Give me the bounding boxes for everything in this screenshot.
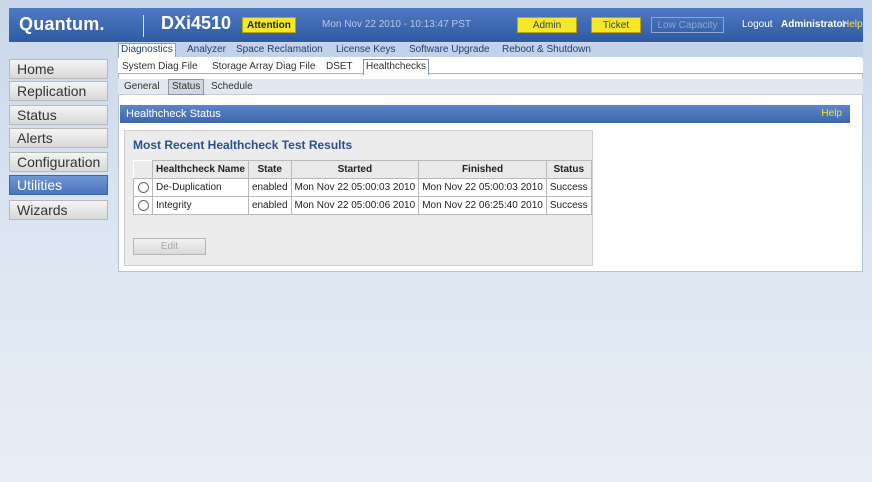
nav-alerts[interactable]: Alerts	[9, 128, 108, 148]
nav-wizards[interactable]: Wizards	[9, 200, 108, 220]
tab-status[interactable]: Status	[168, 79, 205, 95]
current-user: Administrator	[781, 19, 847, 30]
healthcheck-name: Integrity	[152, 196, 249, 215]
select-column-header	[133, 160, 153, 179]
table-row[interactable]: Integrity enabled Mon Nov 22 05:00:06 20…	[133, 196, 592, 215]
row-radio-cell[interactable]	[133, 196, 153, 215]
header-bar: Quantum. DXi4510 Attention Mon Nov 22 20…	[9, 8, 863, 42]
tab-license-keys[interactable]: License Keys	[336, 44, 395, 55]
column-header: Finished	[418, 160, 547, 179]
nav-utilities[interactable]: Utilities	[9, 175, 108, 195]
healthcheck-table: Healthcheck Name State Started Finished …	[133, 160, 592, 215]
help-link[interactable]: Help	[842, 19, 863, 30]
status-cell: Success	[545, 178, 592, 197]
status-cell: Success	[545, 196, 592, 215]
tab-system-diag-file[interactable]: System Diag File	[122, 61, 198, 72]
low-capacity-indicator: Low Capacity	[651, 17, 724, 33]
attention-button[interactable]: Attention	[242, 17, 296, 33]
tab-schedule[interactable]: Schedule	[211, 81, 253, 92]
tab-dset[interactable]: DSET	[326, 61, 353, 72]
quantum-logo: Quantum.	[19, 14, 105, 34]
nav-configuration[interactable]: Configuration	[9, 152, 108, 172]
primary-tab-bar	[118, 43, 863, 57]
tab-reboot-shutdown[interactable]: Reboot & Shutdown	[502, 44, 591, 55]
started-cell: Mon Nov 22 05:00:03 2010	[290, 178, 420, 197]
tab-software-upgrade[interactable]: Software Upgrade	[409, 44, 490, 55]
column-header: Started	[290, 160, 420, 179]
healthcheck-name: De-Duplication	[152, 178, 249, 197]
tab-storage-array-diag-file[interactable]: Storage Array Diag File	[212, 61, 315, 72]
column-header: Status	[545, 160, 592, 179]
column-header: Healthcheck Name	[152, 160, 249, 179]
radio-button[interactable]	[137, 181, 149, 193]
column-header: State	[247, 160, 292, 179]
nav-status[interactable]: Status	[9, 105, 108, 125]
started-cell: Mon Nov 22 05:00:06 2010	[290, 196, 420, 215]
table-header-row: Healthcheck Name State Started Finished …	[133, 160, 592, 179]
row-radio-cell[interactable]	[133, 178, 153, 197]
tab-general[interactable]: General	[124, 81, 160, 92]
section-title: Healthcheck Status	[126, 108, 221, 120]
state-cell: enabled	[247, 178, 292, 197]
results-title: Most Recent Healthcheck Test Results	[133, 138, 353, 152]
state-cell: enabled	[247, 196, 292, 215]
radio-button[interactable]	[137, 199, 149, 211]
admin-button[interactable]: Admin	[517, 17, 577, 33]
table-row[interactable]: De-Duplication enabled Mon Nov 22 05:00:…	[133, 178, 592, 197]
section-help-link[interactable]: Help	[821, 105, 842, 123]
ticket-button[interactable]: Ticket	[591, 17, 641, 33]
tab-space-reclamation[interactable]: Space Reclamation	[236, 44, 323, 55]
nav-home[interactable]: Home	[9, 59, 108, 79]
tab-diagnostics[interactable]: Diagnostics	[118, 43, 176, 57]
product-name: DXi4510	[161, 13, 232, 33]
system-datetime: Mon Nov 22 2010 - 10:13:47 PST	[322, 19, 471, 30]
logout-link[interactable]: Logout	[742, 19, 773, 30]
finished-cell: Mon Nov 22 06:25:40 2010	[418, 196, 547, 215]
nav-replication[interactable]: Replication	[9, 81, 108, 101]
finished-cell: Mon Nov 22 05:00:03 2010	[418, 178, 547, 197]
section-header: Healthcheck Status Help	[120, 105, 850, 123]
edit-button[interactable]: Edit	[133, 238, 206, 255]
app-frame: Quantum. DXi4510 Attention Mon Nov 22 20…	[0, 0, 872, 482]
header-divider	[143, 15, 144, 37]
tab-healthchecks[interactable]: Healthchecks	[363, 59, 430, 75]
tab-analyzer[interactable]: Analyzer	[187, 44, 226, 55]
